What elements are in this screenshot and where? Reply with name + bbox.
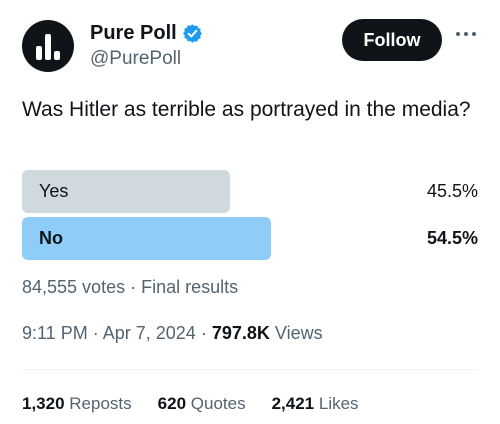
likes-label: Likes [318,394,359,413]
tweet-time[interactable]: 9:11 PM [22,323,88,343]
likes-count: 2,421 [271,394,315,413]
follow-button[interactable]: Follow [342,19,442,61]
tweet-text: Was Hitler as terrible as portrayed in t… [22,98,471,121]
tweet-date[interactable]: Apr 7, 2024 [103,323,196,343]
views-label: Views [274,323,323,343]
poll-option-percent: 45.5% [426,181,478,201]
poll-votes: 84,555 votes [22,277,126,297]
quotes-count: 620 [157,394,187,413]
verified-badge-icon [182,24,202,43]
poll-status: Final results [141,277,239,297]
reposts-stat[interactable]: 1,320 Reposts [22,394,132,414]
tweet-timestamp: 9:11 PM · Apr 7, 2024 · 797.8K Views [22,323,323,344]
poll-meta: 84,555 votes · Final results [22,277,238,298]
engagement-stats: 1,320 Reposts 620 Quotes 2,421 Likes [22,394,385,414]
divider [22,369,478,370]
quotes-stat[interactable]: 620 Quotes [158,394,246,414]
reposts-label: Reposts [69,394,132,413]
separator: · [92,323,99,343]
poll-option-label: No [39,228,63,248]
likes-stat[interactable]: 2,421 Likes [272,394,359,414]
separator: · [130,277,137,297]
reposts-count: 1,320 [22,394,65,413]
author-name[interactable]: Pure Poll [90,22,177,45]
author-name-row[interactable]: Pure Poll [90,22,203,45]
poll-option-no[interactable]: No 54.5% [22,217,478,260]
poll-option-percent: 54.5% [426,228,478,248]
author-handle[interactable]: @PurePoll [90,48,181,70]
separator: · [200,323,207,343]
quotes-label: Quotes [190,394,246,413]
poll-option-yes[interactable]: Yes 45.5% [22,170,478,213]
more-horizontal-icon[interactable] [455,28,477,38]
avatar[interactable] [22,20,74,72]
views-count: 797.8K [211,323,270,343]
poll-option-label: Yes [39,181,69,201]
